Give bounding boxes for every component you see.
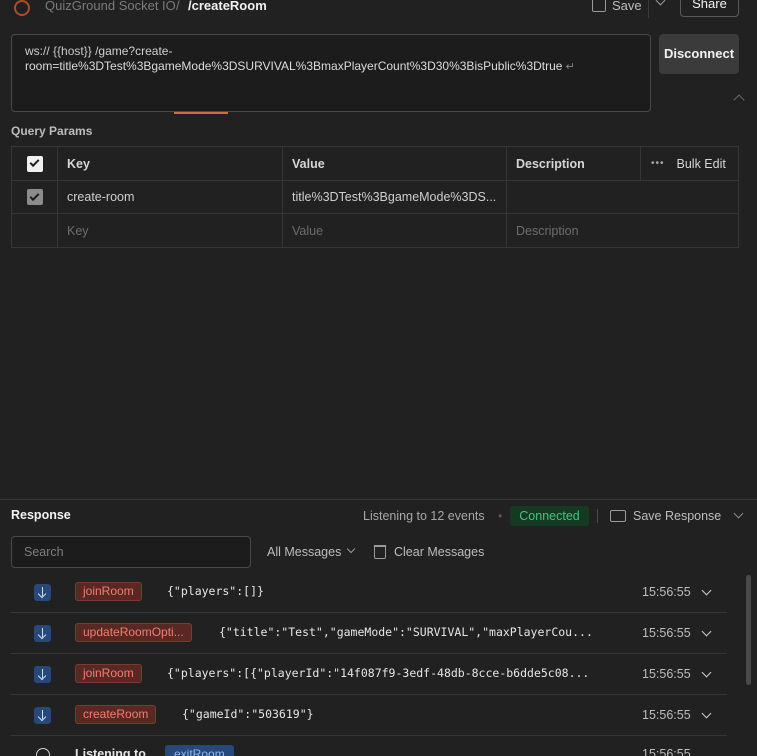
new-description-input[interactable]: Description <box>506 214 740 247</box>
request-title[interactable]: /createRoom <box>188 0 267 13</box>
list-item[interactable]: createRoom {"gameId":"503619"} 15:56:55 <box>11 695 727 736</box>
param-key-cell[interactable]: create-room <box>57 181 282 213</box>
disconnect-button[interactable]: Disconnect <box>659 34 739 74</box>
search-input[interactable] <box>11 536 251 568</box>
select-all-checkbox[interactable] <box>26 155 43 172</box>
event-badge: joinRoom <box>75 582 142 601</box>
save-dropdown-button[interactable] <box>648 0 672 18</box>
trash-icon[interactable] <box>374 545 386 559</box>
new-key-input[interactable]: Key <box>57 214 282 247</box>
event-badge: createRoom <box>75 705 157 724</box>
chevron-down-icon[interactable] <box>733 508 744 519</box>
message-time: 15:56:55 <box>642 585 691 599</box>
chevron-up-icon[interactable] <box>733 94 745 106</box>
save-icon[interactable] <box>592 0 606 12</box>
collection-logo-icon <box>14 0 30 16</box>
message-payload: {"players":[]} <box>167 584 264 598</box>
share-button[interactable]: Share <box>680 0 739 17</box>
new-value-input[interactable]: Value <box>282 214 506 247</box>
more-icon: ••• <box>651 158 665 169</box>
url-input[interactable]: ws:// {{host}} /game?create- room=title%… <box>11 34 651 112</box>
params-table: Key Value Description ••• Bulk Edit crea… <box>11 146 739 248</box>
table-row-empty: Key Value Description <box>12 214 738 247</box>
status-badge: Connected <box>510 506 589 526</box>
list-item[interactable]: joinRoom {"players":[{"playerId":"14f087… <box>11 654 727 695</box>
response-title: Response <box>11 508 71 522</box>
incoming-arrow-icon <box>34 584 51 601</box>
check-icon <box>29 190 40 201</box>
message-time: 15:56:55 <box>642 667 691 681</box>
url-protocol: ws:// <box>25 44 50 58</box>
pane-divider[interactable] <box>0 499 757 500</box>
save-button[interactable]: Save <box>612 0 642 13</box>
check-icon <box>29 157 40 168</box>
list-item[interactable]: updateRoomOpti... {"title":"Test","gameM… <box>11 613 727 654</box>
chevron-down-icon[interactable] <box>701 585 712 596</box>
message-time: 15:56:55 <box>642 708 691 722</box>
message-filter-dropdown[interactable]: All Messages <box>267 545 341 559</box>
separator-dot: • <box>498 509 503 523</box>
column-header-key: Key <box>57 147 282 180</box>
chevron-down-icon[interactable] <box>701 708 712 719</box>
save-response-icon[interactable] <box>610 510 626 522</box>
event-badge: updateRoomOpti... <box>75 623 192 642</box>
incoming-arrow-icon <box>34 666 51 683</box>
message-payload: {"players":[{"playerId":"14f087f9-3edf-4… <box>167 666 590 680</box>
chevron-down-icon <box>655 0 666 6</box>
incoming-arrow-icon <box>34 625 51 642</box>
listening-count[interactable]: Listening to 12 events <box>363 509 485 523</box>
bulk-edit-button[interactable]: ••• Bulk Edit <box>640 147 740 180</box>
message-payload: {"title":"Test","gameMode":"SURVIVAL","m… <box>219 625 593 639</box>
row-checkbox[interactable] <box>26 189 43 205</box>
table-header-row: Key Value Description ••• Bulk Edit <box>12 147 738 181</box>
info-icon <box>36 748 50 756</box>
breadcrumb-separator: / <box>176 0 180 13</box>
scrollbar[interactable] <box>746 575 751 685</box>
save-response-button[interactable]: Save Response <box>633 509 721 523</box>
param-value-cell[interactable]: title%3DTest%3BgameMode%3DS... <box>282 181 506 213</box>
message-list: joinRoom {"players":[]} 15:56:55 updateR… <box>0 572 727 736</box>
message-time: 15:56:55 <box>642 626 691 640</box>
url-host-variable: {{host}} <box>53 44 92 58</box>
param-description-cell[interactable] <box>506 181 740 213</box>
chevron-down-icon[interactable] <box>701 626 712 637</box>
list-item[interactable]: joinRoom {"players":[]} 15:56:55 <box>11 572 727 613</box>
column-header-value: Value <box>282 147 506 180</box>
breadcrumb-collection[interactable]: QuizGround Socket IO <box>45 0 176 13</box>
url-query: room=title%3DTest%3BgameMode%3DSURVIVAL%… <box>25 59 563 73</box>
table-row: create-room title%3DTest%3BgameMode%3DS.… <box>12 181 738 214</box>
event-badge: joinRoom <box>75 664 142 683</box>
chevron-down-icon[interactable] <box>701 667 712 678</box>
section-title: Query Params <box>11 124 93 138</box>
list-item[interactable]: Listening to exitRoom 15:56:55 <box>11 740 727 756</box>
clear-messages-button[interactable]: Clear Messages <box>394 545 484 559</box>
return-icon: ↵ <box>565 61 575 73</box>
bulk-edit-label: Bulk Edit <box>676 156 726 171</box>
listening-label: Listening to <box>75 747 146 756</box>
top-header: QuizGround Socket IO / /createRoom Save … <box>0 0 757 18</box>
event-chip: exitRoom <box>165 745 234 756</box>
url-path: /game?create- <box>95 44 173 58</box>
message-time: 15:56:55 <box>642 747 691 756</box>
chevron-down-icon[interactable] <box>346 544 356 554</box>
tab-underline <box>174 112 228 114</box>
message-payload: {"gameId":"503619"} <box>182 707 314 721</box>
incoming-arrow-icon <box>34 707 51 724</box>
divider <box>597 509 598 523</box>
